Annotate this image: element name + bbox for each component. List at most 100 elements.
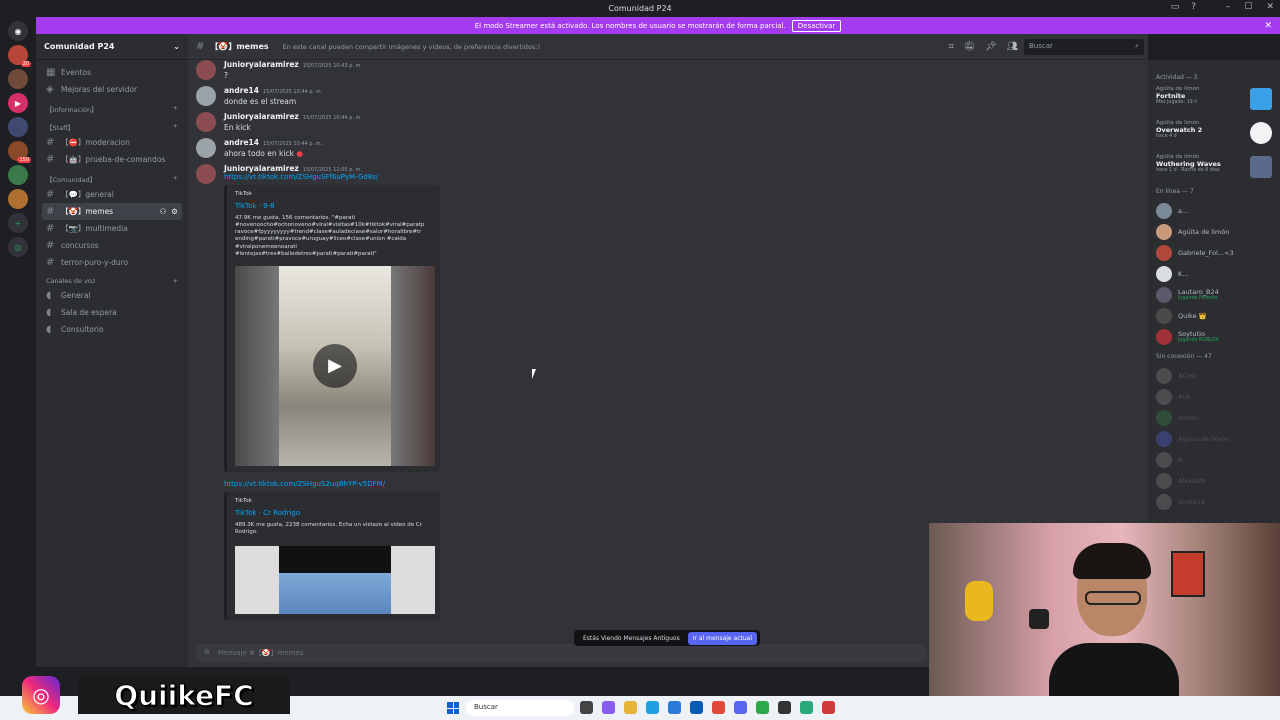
activity-card[interactable]: Agüita de limón Wuthering Waves hace 1 d…: [1156, 154, 1272, 182]
message-input[interactable]: ⊕ Mensaje #【🤡】memes: [196, 644, 926, 662]
add-attachment-icon[interactable]: ⊕: [204, 648, 210, 658]
message[interactable]: Junioryalaramirez 15/07/2025 10:44 p. m. …: [196, 112, 1148, 132]
server-header[interactable]: Comunidad P24 ⌄: [36, 34, 188, 60]
member-item[interactable]: Alexis88: [1156, 470, 1272, 491]
category-info[interactable]: 【Información】 +: [42, 98, 182, 116]
message-author[interactable]: Junioryalaramirez: [224, 164, 299, 173]
app-icon[interactable]: [778, 701, 791, 714]
app-icon[interactable]: [800, 701, 813, 714]
channel-topic[interactable]: En este canal pueden compartir imágenes …: [283, 43, 540, 51]
server-icon[interactable]: [8, 189, 28, 209]
message[interactable]: andre14 15/07/2025 10:44 p. m. donde es e…: [196, 86, 1148, 106]
explore-icon[interactable]: ◎: [8, 237, 28, 257]
embed-title[interactable]: TikTok · Cr Rodrigo: [235, 509, 432, 517]
discord-icon[interactable]: [734, 701, 747, 714]
activity-card[interactable]: Agüita de limón Fortnite Más jugado: 19 …: [1156, 86, 1272, 114]
task-view-icon[interactable]: [580, 701, 593, 714]
member-item[interactable]: K...: [1156, 263, 1272, 284]
pin-icon[interactable]: 📌︎: [985, 42, 996, 52]
sidebar-item-events[interactable]: ▦ Eventos: [42, 64, 182, 81]
message-author[interactable]: Junioryalaramirez: [224, 112, 299, 121]
streamer-mode-banner: El modo Streamer está activado. Los nomb…: [36, 17, 1280, 34]
voice-channel-general[interactable]: ◖ General: [42, 287, 182, 304]
close-window-button[interactable]: ✕: [1266, 2, 1274, 12]
taskbar-search-input[interactable]: Buscar: [466, 700, 574, 716]
edge-icon[interactable]: [646, 701, 659, 714]
member-item[interactable]: Aidi: [1156, 386, 1272, 407]
message-author[interactable]: Junioryalaramirez: [224, 60, 299, 69]
member-item[interactable]: Adrián: [1156, 407, 1272, 428]
member-item[interactable]: ACHO: [1156, 365, 1272, 386]
member-item[interactable]: andre14: [1156, 491, 1272, 512]
avatar[interactable]: [196, 60, 216, 80]
app-icon[interactable]: [668, 701, 681, 714]
maximize-button[interactable]: ☐: [1244, 2, 1252, 12]
voice-channel-waiting[interactable]: ◖ Sala de espera: [42, 304, 182, 321]
member-item[interactable]: Lautaro_B24 Jugando Fortnite: [1156, 284, 1272, 305]
category-comunidad[interactable]: 【Comunidad】 +: [42, 168, 182, 186]
embed-video[interactable]: ▶: [235, 265, 435, 466]
channel-general[interactable]: # 【💬】general: [42, 186, 182, 203]
embed-title[interactable]: TikTok · 9-8: [235, 202, 432, 210]
gear-icon[interactable]: ⚙: [171, 207, 178, 216]
server-icon[interactable]: [8, 69, 28, 89]
search-input[interactable]: Buscar ⌕: [1024, 39, 1144, 55]
threads-icon[interactable]: ⌗: [949, 42, 954, 52]
inbox-icon[interactable]: ▭: [1171, 2, 1180, 12]
message-author[interactable]: andre14: [224, 86, 259, 95]
category-voice[interactable]: Canales de voz +: [42, 271, 182, 287]
channel-multimedia[interactable]: # 【📷】multimedia: [42, 220, 182, 237]
avatar[interactable]: [196, 86, 216, 106]
obs-icon[interactable]: [822, 701, 835, 714]
add-server-icon[interactable]: +: [8, 213, 28, 233]
sidebar-item-boosts[interactable]: ◈ Mejoras del servidor: [42, 81, 182, 98]
server-icon[interactable]: 159: [8, 141, 31, 163]
outlook-icon[interactable]: [690, 701, 703, 714]
embed-provider[interactable]: TikTok: [235, 498, 432, 504]
disable-streamer-button[interactable]: Desactivar: [791, 19, 842, 32]
embed-provider[interactable]: TikTok: [235, 191, 432, 197]
app-icon[interactable]: [756, 701, 769, 714]
file-explorer-icon[interactable]: [624, 701, 637, 714]
message-link[interactable]: https://vt.tiktok.com/ZSHguS2uqBhYP-v5DF…: [224, 480, 440, 488]
category-staff[interactable]: 【Staff】 +: [42, 116, 182, 134]
app-icon[interactable]: [602, 701, 615, 714]
message[interactable]: andre14 15/07/2025 10:44 p. m. ahora todo…: [196, 138, 1148, 158]
embed-video[interactable]: [235, 546, 435, 615]
message[interactable]: Junioryalaramirez 15/07/2025 10:43 p. m. …: [196, 60, 1148, 80]
windows-start-icon[interactable]: [447, 702, 459, 714]
play-icon[interactable]: ▶: [313, 343, 357, 388]
server-icon[interactable]: ▶: [8, 93, 28, 113]
notification-bell-icon[interactable]: 🔕︎: [964, 42, 975, 52]
avatar[interactable]: [196, 164, 216, 184]
server-icon[interactable]: [8, 117, 28, 137]
server-icon[interactable]: [8, 165, 28, 185]
jump-to-present-button[interactable]: Ir al mensaje actual: [687, 631, 757, 645]
member-item[interactable]: Agüita de limón: [1156, 221, 1272, 242]
channel-memes[interactable]: # 【🤡】memes ⚇ ⚙: [42, 203, 182, 220]
close-icon[interactable]: ✕: [1264, 21, 1272, 31]
member-item[interactable]: Gabriele_Fol...<3: [1156, 242, 1272, 263]
discord-home-icon[interactable]: ◉: [8, 21, 28, 41]
member-item[interactable]: Quike 👑: [1156, 305, 1272, 326]
message-link[interactable]: https://vt.tiktok.com/ZSHguSFf6uPyM-Gd8s…: [224, 173, 440, 181]
activity-card[interactable]: Agüita de limón Overwatch 2 hace 4 d: [1156, 120, 1272, 148]
help-icon[interactable]: ?: [1191, 2, 1196, 12]
avatar[interactable]: [196, 112, 216, 132]
add-member-icon[interactable]: ⚇: [160, 207, 167, 216]
channel-prueba-de-comandos[interactable]: # 【🤖】prueba-de-comandos: [42, 151, 182, 168]
minimize-button[interactable]: –: [1226, 2, 1231, 12]
channel-concursos[interactable]: # concursos: [42, 237, 182, 254]
chrome-icon[interactable]: [712, 701, 725, 714]
message-author[interactable]: andre14: [224, 138, 259, 147]
member-list-icon[interactable]: 👥︎: [1007, 42, 1018, 52]
voice-channel-consultorio[interactable]: ◖ Consultorio: [42, 321, 182, 338]
avatar[interactable]: [196, 138, 216, 158]
member-item[interactable]: Agüita de limón: [1156, 428, 1272, 449]
server-icon[interactable]: 20: [8, 45, 31, 67]
member-item[interactable]: Soytutio Jugando ROBLOX: [1156, 326, 1272, 347]
channel-terror[interactable]: # terror-puro-y-duro: [42, 254, 182, 271]
channel-moderacion[interactable]: # 【⛔】moderacion: [42, 134, 182, 151]
member-item[interactable]: A...: [1156, 449, 1272, 470]
member-item[interactable]: a...: [1156, 200, 1272, 221]
